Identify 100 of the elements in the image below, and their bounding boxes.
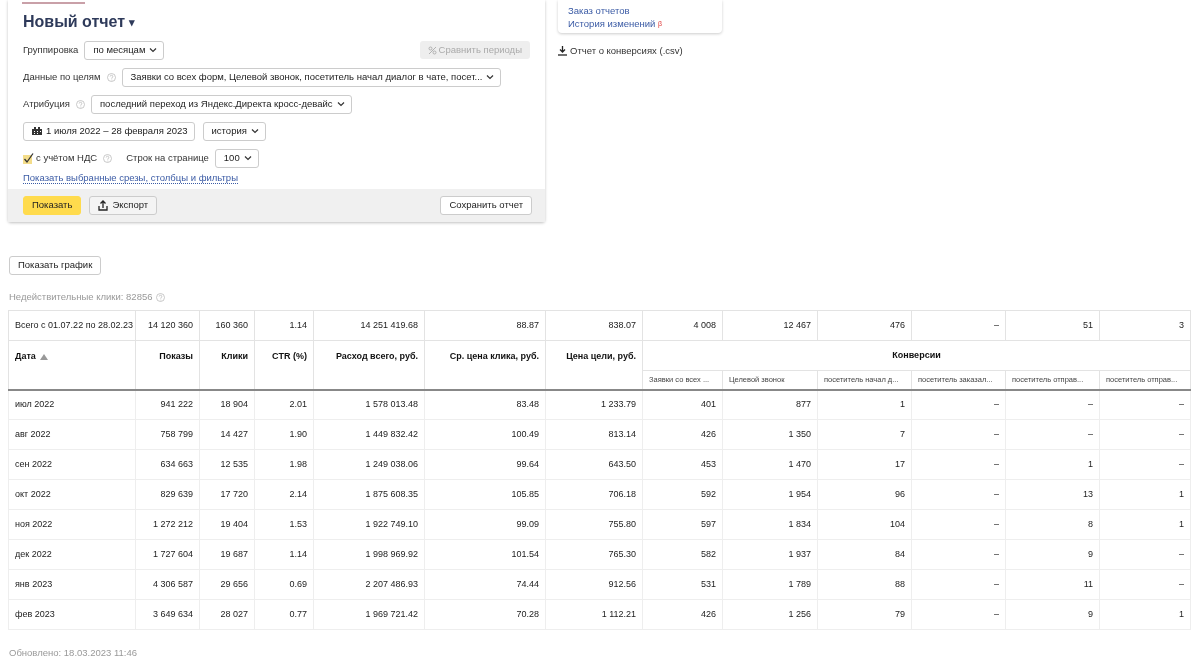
totals-cell: 838.07: [545, 310, 643, 341]
table-cell: 1 578 013.48: [313, 389, 425, 420]
checkbox-label: с учётом НДС: [36, 150, 98, 165]
table-cell: 426: [642, 599, 723, 630]
save-button[interactable]: Сохранить отчет: [440, 196, 532, 215]
table-cell: –: [911, 419, 1006, 450]
table-cell: 19 404: [199, 509, 255, 540]
table-cell: 19 687: [199, 539, 255, 570]
goals-select[interactable]: Заявки со всех форм, Целевой звонок, посетитель начал диалог в чате, посет...: [121, 67, 502, 87]
table-cell: –: [911, 599, 1006, 630]
table-cell: 96: [817, 479, 912, 510]
table-cell: 755.80: [545, 509, 643, 540]
table-cell: 14 427: [199, 419, 255, 450]
table-cell: 1: [1099, 479, 1191, 510]
table-cell: 1 954: [722, 479, 818, 510]
table-cell: 1.98: [254, 449, 314, 480]
download-icon: [558, 46, 567, 57]
column-header[interactable]: Цена цели, руб.: [545, 340, 643, 390]
table-cell: 1 112.21: [545, 599, 643, 630]
table-cell: 1 256: [722, 599, 818, 630]
table-cell: 84: [817, 539, 912, 570]
csv-link[interactable]: Отчет о конверсиях (.csv): [558, 44, 722, 59]
table-cell: 13: [1005, 479, 1100, 510]
column-header[interactable]: Показы: [135, 340, 200, 390]
column-header[interactable]: Расход всего, руб.: [313, 340, 425, 390]
dropdown-caret[interactable]: ▾: [129, 13, 136, 31]
details-link[interactable]: Показать выбранные срезы, столбцы и фильтры: [23, 172, 238, 184]
report-title: Новый отчет: [23, 12, 126, 32]
table-cell: 79: [817, 599, 912, 630]
column-header[interactable]: Ср. цена клика, руб.: [424, 340, 546, 390]
checkbox[interactable]: [23, 152, 34, 164]
percent-icon: [427, 45, 437, 55]
table-cell: –: [1099, 389, 1191, 420]
grouping-select[interactable]: по месяцам: [84, 40, 165, 60]
table-cell: 592: [642, 479, 723, 510]
totals-cell: 160 360: [199, 310, 255, 341]
totals-cell: Всего с 01.07.22 по 28.02.23: [8, 310, 136, 341]
table-cell: –: [1099, 539, 1191, 570]
table-cell: 1 350: [722, 419, 818, 450]
export-icon: [98, 200, 109, 211]
table-cell: –: [1099, 419, 1191, 450]
table-cell: 3 649 634: [135, 599, 200, 630]
table-cell: 1.90: [254, 419, 314, 450]
table-cell: 9: [1005, 539, 1100, 570]
column-header[interactable]: Дата: [8, 340, 136, 390]
totals-cell: 12 467: [722, 310, 818, 341]
date-range-field[interactable]: 1 июля 2022 – 28 февраля 2023: [23, 121, 195, 141]
table-cell: 1 249 038.06: [313, 449, 425, 480]
table-cell: –: [911, 479, 1006, 510]
table-cell: 1 470: [722, 449, 818, 480]
side-link[interactable]: Заказ отчетов: [568, 3, 712, 17]
table-cell: 1 834: [722, 509, 818, 540]
table-cell: 0.77: [254, 599, 314, 630]
table-cell: 88: [817, 569, 912, 600]
table-cell: 813.14: [545, 419, 643, 450]
group-header: Конверсии: [642, 340, 1191, 371]
table-cell: –: [1005, 419, 1100, 450]
table-cell: 453: [642, 449, 723, 480]
table-cell: 29 656: [199, 569, 255, 600]
export-button[interactable]: Экспорт: [89, 196, 158, 215]
table-cell: 1 233.79: [545, 389, 643, 420]
rows-select[interactable]: 100: [214, 148, 259, 168]
table-cell: 1.53: [254, 509, 314, 540]
table-cell: 104: [817, 509, 912, 540]
table-cell: 829 639: [135, 479, 200, 510]
table-cell: янв 2023: [8, 569, 136, 600]
column-header[interactable]: Клики: [199, 340, 255, 390]
chevron-icon: [149, 47, 158, 53]
totals-cell: 51: [1005, 310, 1100, 341]
table-cell: –: [1099, 449, 1191, 480]
attribution-select[interactable]: последний переход из Яндекс.Директа кросс-девайс: [90, 94, 352, 114]
table-cell: 28 027: [199, 599, 255, 630]
table-cell: дек 2022: [8, 539, 136, 570]
help-icon: [106, 72, 116, 82]
calendar-icon: [32, 127, 42, 135]
table-cell: 758 799: [135, 419, 200, 450]
table-cell: 7: [817, 419, 912, 450]
table-cell: 1 272 212: [135, 509, 200, 540]
help-icon: [103, 153, 113, 163]
period-select[interactable]: история: [202, 121, 266, 141]
table-cell: 1.14: [254, 539, 314, 570]
table-cell: 1: [1099, 509, 1191, 540]
show-button[interactable]: Показать: [23, 196, 82, 215]
table-cell: авг 2022: [8, 419, 136, 450]
totals-cell: 476: [817, 310, 912, 341]
table-cell: фев 2023: [8, 599, 136, 630]
totals-cell: –: [911, 310, 1006, 341]
table-cell: 1 789: [722, 569, 818, 600]
table-cell: 1 727 604: [135, 539, 200, 570]
table-cell: 401: [642, 389, 723, 420]
table-cell: 17 720: [199, 479, 255, 510]
table-cell: 18 904: [199, 389, 255, 420]
table-cell: 1: [1099, 599, 1191, 630]
table-cell: ноя 2022: [8, 509, 136, 540]
table-cell: 597: [642, 509, 723, 540]
table-cell: 643.50: [545, 449, 643, 480]
table-cell: –: [911, 569, 1006, 600]
column-header[interactable]: CTR (%): [254, 340, 314, 390]
table-cell: 877: [722, 389, 818, 420]
show-chart-button[interactable]: Показать график: [9, 256, 102, 275]
